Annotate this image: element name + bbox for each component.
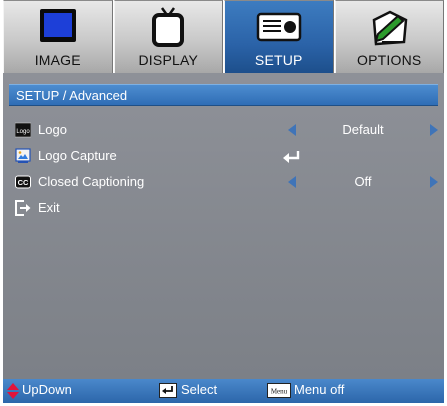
svg-text:Menu: Menu (271, 388, 288, 396)
updown-icon (7, 383, 19, 399)
cc-icon: CC (15, 175, 31, 189)
tab-bar: IMAGE DISPLAY SETUP OPTIONS (3, 0, 444, 73)
monitor-icon (39, 9, 76, 42)
logo-icon: Logo (15, 122, 31, 138)
image-capture-icon (15, 148, 31, 163)
tab-display-label: DISPLAY (138, 52, 198, 68)
enter-key-icon (159, 383, 177, 398)
menu-key-icon: Menu (267, 383, 291, 398)
exit-label: Exit (38, 200, 60, 215)
logo-value: Default (342, 122, 384, 137)
tab-options[interactable]: OPTIONS (334, 0, 444, 73)
enter-icon[interactable] (282, 150, 302, 164)
menu-row-closed-captioning[interactable]: CC Closed Captioning Off (3, 170, 444, 194)
tab-setup-label: SETUP (254, 52, 303, 68)
menu-row-logo-capture[interactable]: Logo Capture (3, 144, 444, 168)
select-hint: Select (181, 382, 218, 397)
svg-text:Logo: Logo (16, 129, 30, 135)
closed-captioning-next-arrow[interactable] (430, 176, 438, 188)
tab-display[interactable]: DISPLAY (113, 0, 223, 73)
menu-row-exit[interactable]: Exit (3, 196, 444, 220)
exit-icon (15, 200, 31, 216)
page-title: SETUP / Advanced (16, 88, 128, 103)
tv-icon (152, 7, 185, 47)
hint-bar: UpDown Select Menu Menu off (3, 379, 444, 403)
logo-next-arrow[interactable] (430, 124, 438, 136)
section-title-bar: SETUP / Advanced (9, 84, 438, 106)
tab-image-label: IMAGE (34, 52, 81, 68)
updown-hint: UpDown (22, 382, 72, 397)
logo-label: Logo (38, 122, 67, 137)
tab-setup[interactable]: SETUP (224, 0, 334, 73)
logo-capture-label: Logo Capture (38, 148, 117, 163)
closed-captioning-label: Closed Captioning (38, 174, 145, 189)
closed-captioning-value: Off (354, 174, 372, 189)
tab-image[interactable]: IMAGE (3, 0, 113, 73)
projector-icon (256, 12, 301, 42)
menu-off-hint: Menu off (294, 382, 345, 397)
svg-text:CC: CC (18, 178, 29, 187)
tab-options-label: OPTIONS (357, 52, 422, 68)
menu-panel: SETUP / Advanced Logo Logo Default Logo … (3, 73, 444, 379)
settings-pencil-icon (372, 10, 408, 46)
menu-row-logo[interactable]: Logo Logo Default (3, 118, 444, 142)
